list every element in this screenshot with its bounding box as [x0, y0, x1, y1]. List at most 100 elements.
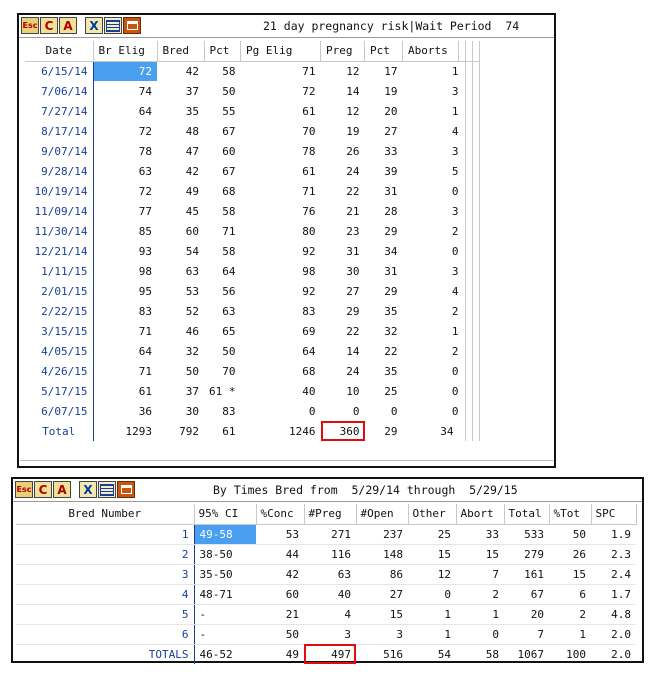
cell-date[interactable]: 3/15/15	[25, 321, 94, 341]
x-icon[interactable]: X	[85, 17, 103, 34]
grid-icon[interactable]	[98, 481, 116, 498]
table-row[interactable]: 8/17/14 72 48 67 70 19 27 4	[25, 121, 480, 141]
cell-bred-number[interactable]: 6	[16, 624, 195, 645]
cell-date[interactable]: 4/26/15	[25, 361, 94, 381]
cell-spc: 2.3	[591, 544, 636, 565]
cell-date[interactable]: 9/07/14	[25, 141, 94, 161]
table-row[interactable]: 2/22/15 83 52 63 83 29 35 2	[25, 301, 480, 321]
col-ci[interactable]: 95% CI	[194, 504, 257, 525]
cell-extra	[472, 321, 480, 341]
table-row[interactable]: 2 38-50 44 116 148 15 15 279 26 2.3	[16, 544, 636, 565]
esc-icon[interactable]: Esc	[15, 481, 33, 498]
c-icon[interactable]: C	[34, 481, 52, 498]
col-date[interactable]: Date	[25, 41, 94, 62]
cell-date[interactable]: 11/09/14	[25, 201, 94, 221]
cell-date[interactable]: 4/05/15	[25, 341, 94, 361]
cell-date[interactable]: 8/17/14	[25, 121, 94, 141]
cell-total: 279	[504, 544, 549, 565]
table-row[interactable]: 4/05/15 64 32 50 64 14 22 2	[25, 341, 480, 361]
cell-date[interactable]: 6/15/14	[25, 61, 94, 81]
cell-date[interactable]: 10/19/14	[25, 181, 94, 201]
cell-date[interactable]: 7/06/14	[25, 81, 94, 101]
window-icon[interactable]	[123, 17, 141, 34]
col-abort[interactable]: Abort	[456, 504, 505, 525]
a-icon[interactable]: A	[53, 481, 71, 498]
col-pct-tot[interactable]: %Tot	[549, 504, 592, 525]
cell-date[interactable]: 2/01/15	[25, 281, 94, 301]
cell-extra	[465, 361, 473, 381]
table-row[interactable]: 11/09/14 77 45 58 76 21 28 3	[25, 201, 480, 221]
x-icon[interactable]: X	[79, 481, 97, 498]
table-row[interactable]: 2/01/15 95 53 56 92 27 29 4	[25, 281, 480, 301]
cell-pct: 64	[222, 264, 236, 278]
table-row[interactable]: 4/26/15 71 50 70 68 24 35 0	[25, 361, 480, 381]
cell-date[interactable]: 12/21/14	[25, 241, 94, 261]
col-bred[interactable]: Bred	[157, 41, 205, 62]
window-icon[interactable]	[117, 481, 135, 498]
cell-date[interactable]: 6/07/15	[25, 401, 94, 421]
col-other[interactable]: Other	[408, 504, 457, 525]
horizontal-scrollbar[interactable]	[20, 460, 553, 465]
cell-bred-number[interactable]: 3	[16, 564, 195, 585]
col-bred-number[interactable]: Bred Number	[16, 504, 195, 525]
cell-nopen: 15	[356, 604, 408, 625]
cell-nopen: 86	[356, 564, 408, 585]
cell-ci: -	[194, 604, 256, 625]
cell-extra	[472, 221, 480, 241]
cell-date[interactable]: 5/17/15	[25, 381, 94, 401]
cell-spc: 4.8	[591, 604, 636, 625]
table-row[interactable]: 9/07/14 78 47 60 78 26 33 3	[25, 141, 480, 161]
col-npreg[interactable]: #Preg	[304, 504, 357, 525]
table-row[interactable]: 1 49-58 53 271 237 25 33 533 50 1.9	[16, 524, 636, 545]
cell-total: 20	[504, 604, 549, 625]
cell-aborts: 1	[451, 324, 459, 338]
selected-cell[interactable]: 49-58	[194, 524, 256, 545]
table-row[interactable]: 3 35-50 42 63 86 12 7 161 15 2.4	[16, 564, 636, 585]
table-row[interactable]: 6/07/15 36 30 83 0 0 0 0	[25, 401, 480, 421]
table-row[interactable]: 7/06/14 74 37 50 72 14 19 3	[25, 81, 480, 101]
col-spc[interactable]: SPC	[591, 504, 637, 525]
col-nopen[interactable]: #Open	[356, 504, 409, 525]
selected-cell[interactable]: 72	[93, 61, 157, 81]
grid-icon[interactable]	[104, 17, 122, 34]
cell-bred: 42	[185, 164, 199, 178]
table-row[interactable]: 5/17/15 61 37 61 * 40 10 25 0	[25, 381, 480, 401]
cell-date[interactable]: 11/30/14	[25, 221, 94, 241]
table-row[interactable]: 4 48-71 60 40 27 0 2 67 6 1.7	[16, 584, 636, 605]
cell-date[interactable]: 2/22/15	[25, 301, 94, 321]
table-row[interactable]: 9/28/14 63 42 67 61 24 39 5	[25, 161, 480, 181]
cell-date[interactable]: 9/28/14	[25, 161, 94, 181]
esc-icon[interactable]: Esc	[21, 17, 39, 34]
cell-bred-number[interactable]: 5	[16, 604, 195, 625]
cell-preg: 22	[346, 324, 360, 338]
cell-date[interactable]: 1/11/15	[25, 261, 94, 281]
table-row[interactable]: 5-21 4 15 1 1 20 2 4.8	[16, 604, 636, 625]
cell-pct-tot: 1	[549, 624, 591, 645]
a-icon[interactable]: A	[59, 17, 77, 34]
col-pct2[interactable]: Pct	[364, 41, 403, 62]
cell-extra	[458, 381, 466, 401]
table-row[interactable]: 3/15/15 71 46 65 69 22 32 1	[25, 321, 480, 341]
table-row[interactable]: 1/11/15 98 63 64 98 30 31 3	[25, 261, 480, 281]
table-row[interactable]: 10/19/14 72 49 68 71 22 31 0	[25, 181, 480, 201]
col-pct[interactable]: Pct	[204, 41, 241, 62]
cell-bred-number[interactable]: 1	[16, 524, 195, 545]
table-row[interactable]: 6/15/14 72 42 58 71 12 17 1	[25, 61, 480, 81]
col-conc[interactable]: %Conc	[256, 504, 305, 525]
cell-bred-number[interactable]: 4	[16, 584, 195, 605]
total-br-elig: 1293	[125, 424, 153, 438]
table-row[interactable]: 7/27/14 64 35 55 61 12 20 1	[25, 101, 480, 121]
col-total[interactable]: Total	[504, 504, 550, 525]
a-label: A	[57, 482, 67, 497]
cell-preg: 12	[346, 104, 360, 118]
cell-date[interactable]: 7/27/14	[25, 101, 94, 121]
col-aborts[interactable]: Aborts	[402, 41, 459, 62]
col-pg-elig[interactable]: Pg Elig	[240, 41, 321, 62]
col-preg[interactable]: Preg	[320, 41, 365, 62]
table-row[interactable]: 12/21/14 93 54 58 92 31 34 0	[25, 241, 480, 261]
cell-bred-number[interactable]: 2	[16, 544, 195, 565]
col-br-elig[interactable]: Br Elig	[93, 41, 158, 62]
c-icon[interactable]: C	[40, 17, 58, 34]
table-row[interactable]: 11/30/14 85 60 71 80 23 29 2	[25, 221, 480, 241]
table-row[interactable]: 6-50 3 3 1 0 7 1 2.0	[16, 624, 636, 645]
